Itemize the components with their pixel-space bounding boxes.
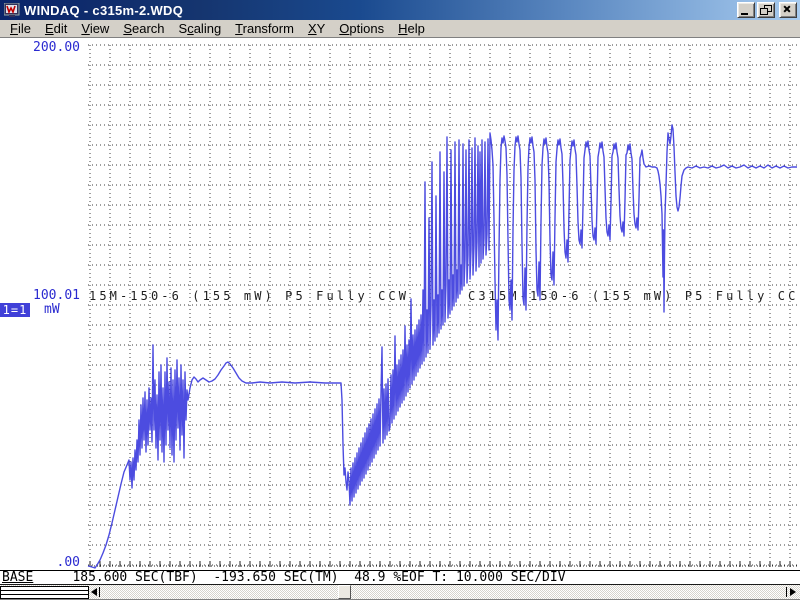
menu-item-xy[interactable]: XY — [301, 21, 332, 37]
y-axis-label: 200.00 — [2, 40, 80, 55]
minimize-button[interactable] — [737, 2, 755, 18]
scrollbar-thumb[interactable] — [338, 585, 351, 599]
status-bar: BASE 185.600 SEC(TBF) -193.650 SEC(TM) 4… — [0, 570, 800, 585]
position-gauge — [0, 586, 89, 599]
menu-bar: FileEditViewSearchScalingTransformXYOpti… — [0, 20, 800, 38]
title-bar: WINDAQ - c315m-2.WDQ — [0, 0, 800, 20]
menu-item-scaling[interactable]: Scaling — [172, 21, 229, 37]
menu-item-file[interactable]: File — [3, 21, 38, 37]
y-axis-label: 100.01 — [2, 288, 80, 303]
chart-background — [0, 38, 800, 570]
windaq-app-icon — [4, 3, 20, 18]
window-title: WINDAQ - c315m-2.WDQ — [24, 3, 735, 18]
menu-item-search[interactable]: Search — [116, 21, 171, 37]
menu-item-help[interactable]: Help — [391, 21, 432, 37]
menu-item-edit[interactable]: Edit — [38, 21, 74, 37]
channel-badge[interactable]: 1=1 — [0, 303, 30, 317]
scroll-right-arrow-icon[interactable] — [790, 588, 796, 596]
scroll-left-stop — [99, 587, 100, 597]
close-button[interactable] — [779, 2, 797, 18]
base-mode-label[interactable]: BASE — [2, 570, 33, 585]
unit-label: mW — [44, 302, 60, 317]
menu-item-options[interactable]: Options — [332, 21, 391, 37]
menu-item-view[interactable]: View — [74, 21, 116, 37]
scroll-right-stop — [786, 587, 787, 597]
status-readout: 185.600 SEC(TBF) -193.650 SEC(TM) 48.9 %… — [33, 570, 565, 585]
scroll-left-arrow-icon[interactable] — [91, 588, 97, 596]
horizontal-scrollbar[interactable] — [0, 585, 800, 600]
restore-button[interactable] — [757, 2, 775, 18]
y-axis-label: .00 — [2, 555, 80, 570]
menu-item-transform[interactable]: Transform — [228, 21, 301, 37]
minimize-icon — [741, 13, 748, 15]
